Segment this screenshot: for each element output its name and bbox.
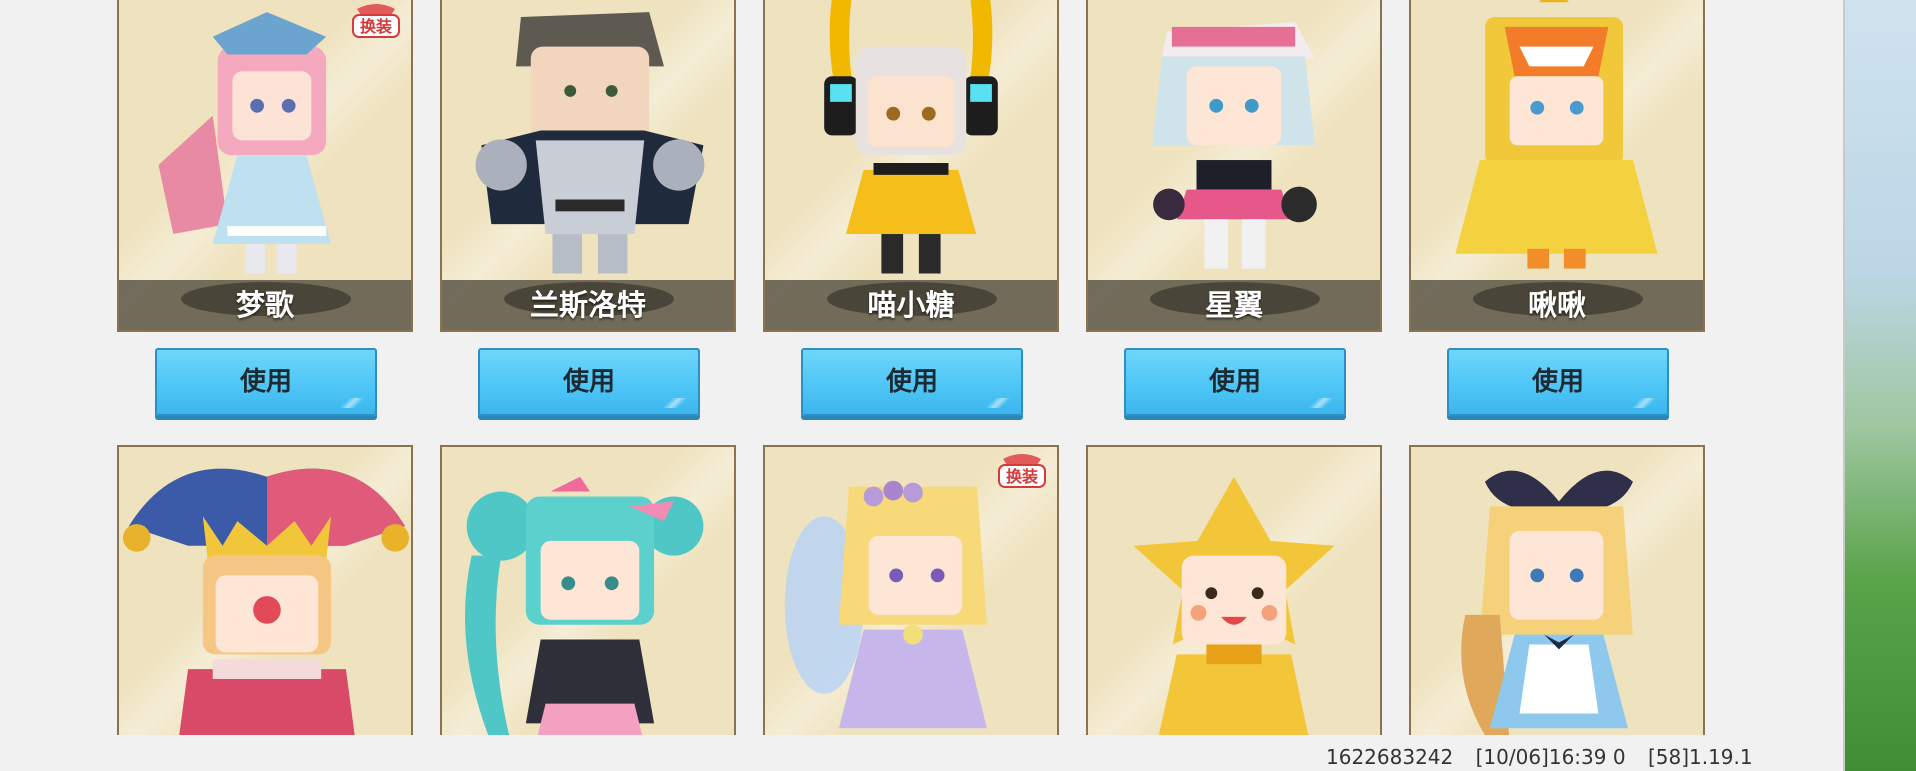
- skin-card-menge[interactable]: 换装 梦歌: [117, 0, 413, 332]
- name-bar: 兰斯洛特: [442, 280, 734, 330]
- name-bar: 星翼: [1088, 280, 1380, 330]
- skin-card-xingyi[interactable]: 星翼: [1086, 0, 1382, 332]
- user-id-text: 1622683242: [1326, 745, 1454, 769]
- use-button-jiujiu[interactable]: 使用: [1447, 348, 1669, 416]
- skin-card-lancelot[interactable]: 兰斯洛特: [440, 0, 736, 332]
- skin-grid: 换装 梦歌 兰斯洛特 喵小糖 星翼 啾啾 使用 使用 使用 使用 使用 换装: [0, 0, 1845, 735]
- use-button-lancelot[interactable]: 使用: [478, 348, 700, 416]
- use-button-menge[interactable]: 使用: [155, 348, 377, 416]
- skin-name: 兰斯洛特: [529, 288, 646, 322]
- skin-card-alice[interactable]: [1409, 445, 1705, 735]
- background-scene: [1845, 0, 1916, 771]
- use-button-xingyi[interactable]: 使用: [1124, 348, 1346, 416]
- skin-card-fairy[interactable]: 换装: [763, 445, 1059, 735]
- character-alice-image: [1461, 470, 1633, 735]
- skin-card-miaoxiaotang[interactable]: 喵小糖: [763, 0, 1059, 332]
- skin-name: 喵小糖: [867, 288, 955, 322]
- name-bar: 梦歌: [119, 280, 411, 330]
- skin-card-star[interactable]: [1086, 445, 1382, 735]
- skin-name: 啾啾: [1527, 288, 1586, 322]
- skin-panel: 换装 梦歌 兰斯洛特 喵小糖 星翼 啾啾 使用 使用 使用 使用 使用 换装: [0, 0, 1845, 771]
- badge-label: 换装: [1006, 467, 1038, 486]
- character-teal-twintails-image: [465, 476, 704, 735]
- use-button-miaoxiaotang[interactable]: 使用: [801, 348, 1023, 416]
- character-star-image: [1133, 476, 1335, 735]
- outfit-change-badge-icon: 换装: [998, 454, 1046, 488]
- status-bar: 1622683242 [10/06]16:39 0 [58]1.19.1: [1326, 744, 1769, 771]
- name-bar: 喵小糖: [765, 280, 1057, 330]
- name-bar: 啾啾: [1411, 280, 1703, 330]
- skin-card-jiujiu[interactable]: 啾啾: [1409, 0, 1705, 332]
- outfit-change-badge-icon: 换装: [352, 4, 400, 38]
- character-jester-image: [122, 468, 410, 735]
- badge-label: 换装: [360, 17, 392, 36]
- skin-name: 星翼: [1204, 288, 1263, 322]
- skin-card-teal-twintails[interactable]: [440, 445, 736, 735]
- version-text: [58]1.19.1: [1647, 745, 1753, 769]
- skin-card-jester[interactable]: [117, 445, 413, 735]
- skin-name: 梦歌: [235, 288, 294, 322]
- datetime-text: [10/06]16:39 0: [1475, 745, 1626, 769]
